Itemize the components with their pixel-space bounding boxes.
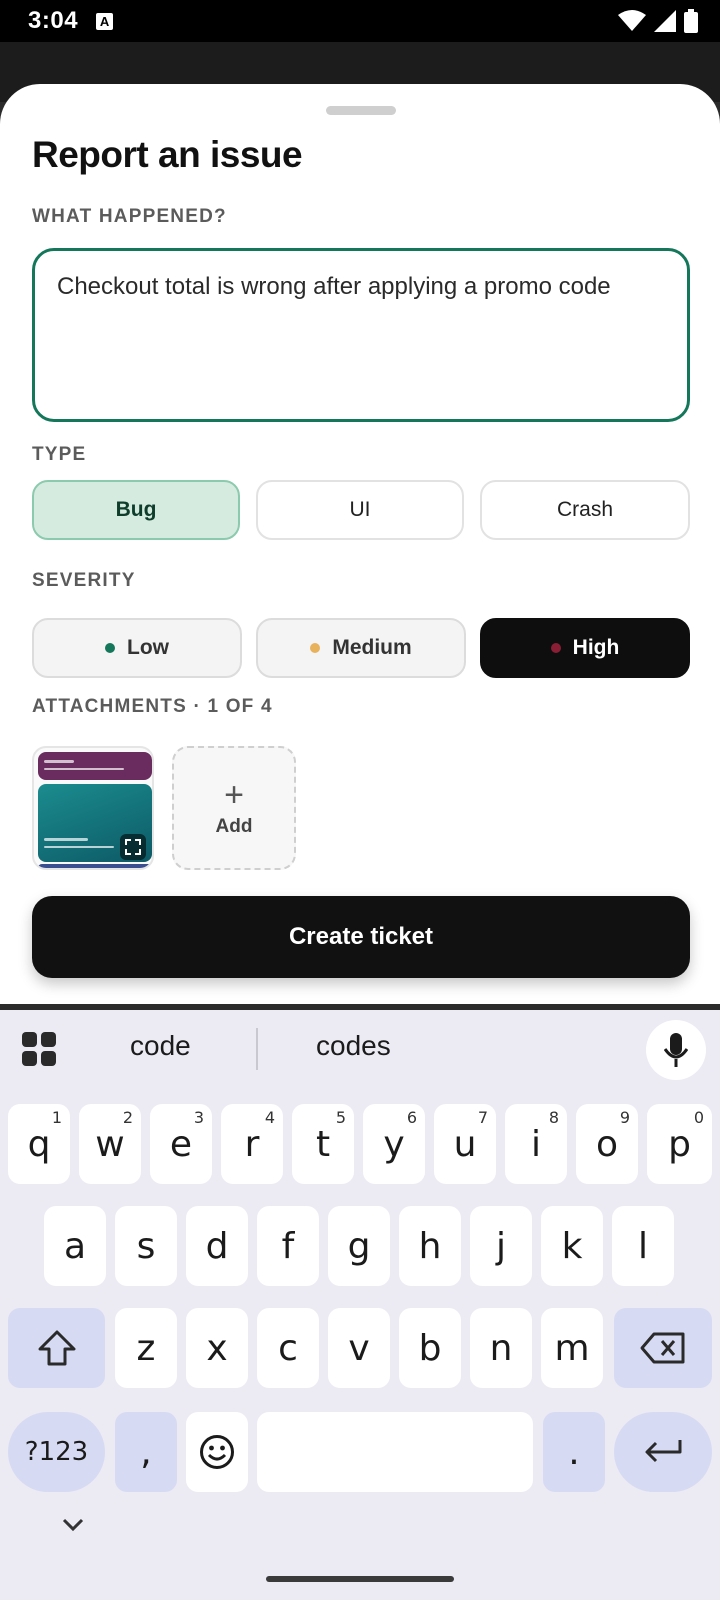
chip-label: Bug [115, 498, 157, 521]
key-i[interactable]: i8 [505, 1104, 567, 1184]
key-b[interactable]: b [399, 1308, 461, 1388]
wifi-icon [618, 10, 646, 31]
notification-icon: A [96, 12, 114, 30]
severity-label: SEVERITY [32, 570, 136, 591]
signal-icon [654, 10, 676, 32]
on-screen-keyboard: code codes q1 w2 e3 r4 t5 y6 u7 i8 o9 p0… [0, 1010, 720, 1600]
period-key[interactable]: . [543, 1412, 605, 1492]
shift-key[interactable] [8, 1308, 105, 1388]
key-w[interactable]: w2 [79, 1104, 141, 1184]
chip-label: Low [127, 636, 169, 659]
backspace-key[interactable] [614, 1308, 712, 1388]
home-indicator[interactable] [266, 1576, 454, 1582]
severity-chip-high[interactable]: High [480, 618, 690, 678]
suggestion-bar: code codes [0, 1010, 720, 1090]
severity-chip-low[interactable]: Low [32, 618, 242, 678]
suggestion-item[interactable]: code [130, 1030, 191, 1062]
emoji-key[interactable] [186, 1412, 248, 1492]
severity-dot-icon [105, 643, 115, 653]
type-chip-crash[interactable]: Crash [480, 480, 690, 540]
key-g[interactable]: g [328, 1206, 390, 1286]
add-attachment-label: Add [215, 816, 253, 837]
attachments-label: ATTACHMENTS · 1 OF 4 [32, 696, 273, 717]
chip-label: Medium [332, 636, 412, 659]
key-v[interactable]: v [328, 1308, 390, 1388]
plus-icon: + [224, 776, 244, 814]
severity-dot-icon [310, 643, 321, 653]
key-f[interactable]: f [257, 1206, 319, 1286]
severity-chip-medium[interactable]: Medium [256, 618, 466, 678]
key-h[interactable]: h [399, 1206, 461, 1286]
chip-label: High [572, 636, 620, 659]
key-k[interactable]: k [541, 1206, 603, 1286]
type-label: TYPE [32, 444, 87, 465]
expand-icon[interactable] [120, 834, 146, 860]
chip-label: Crash [556, 498, 614, 521]
enter-icon [645, 1440, 682, 1463]
description-input[interactable]: Checkout total is wrong after applying a… [32, 248, 690, 422]
suggestion-divider [256, 1028, 258, 1070]
key-o[interactable]: o9 [576, 1104, 638, 1184]
emoji-icon [200, 1435, 234, 1469]
severity-dot-icon [550, 643, 561, 653]
thumbnail-preview-header [38, 752, 152, 780]
key-y[interactable]: y6 [363, 1104, 425, 1184]
drag-handle[interactable] [326, 106, 396, 115]
key-d[interactable]: d [186, 1206, 248, 1286]
type-chip-bug[interactable]: Bug [32, 480, 240, 540]
key-m[interactable]: m [541, 1308, 603, 1388]
key-c[interactable]: c [257, 1308, 319, 1388]
key-z[interactable]: z [115, 1308, 177, 1388]
key-j[interactable]: j [470, 1206, 532, 1286]
key-r[interactable]: r4 [221, 1104, 283, 1184]
what-happened-label: WHAT HAPPENED? [32, 206, 227, 227]
symbols-key[interactable]: ?123 [8, 1412, 105, 1492]
shift-icon [38, 1330, 75, 1366]
space-key[interactable] [257, 1412, 533, 1492]
key-q[interactable]: q1 [8, 1104, 70, 1184]
status-time: 3:04 [28, 7, 79, 34]
status-bar: 3:04 A [0, 0, 720, 42]
key-p[interactable]: p0 [647, 1104, 712, 1184]
report-issue-sheet: Report an issue WHAT HAPPENED? Checkout … [0, 84, 720, 1004]
backspace-icon [640, 1332, 685, 1364]
type-chip-ui[interactable]: UI [256, 480, 464, 540]
key-u[interactable]: u7 [434, 1104, 496, 1184]
hide-keyboard-chevron-icon[interactable] [62, 1518, 84, 1532]
microphone-icon[interactable] [646, 1020, 706, 1080]
create-ticket-button[interactable]: Create ticket [32, 896, 690, 978]
key-a[interactable]: a [44, 1206, 106, 1286]
thumbnail-preview-footer [38, 864, 152, 868]
key-x[interactable]: x [186, 1308, 248, 1388]
keyboard-apps-icon[interactable] [22, 1032, 56, 1066]
attachment-thumbnail[interactable] [32, 746, 154, 870]
battery-icon [684, 9, 698, 33]
add-attachment-button[interactable]: + Add [172, 746, 296, 870]
sheet-title: Report an issue [32, 134, 303, 175]
key-n[interactable]: n [470, 1308, 532, 1388]
chip-label: UI [349, 498, 371, 521]
comma-key[interactable]: , [115, 1412, 177, 1492]
key-s[interactable]: s [115, 1206, 177, 1286]
key-l[interactable]: l [612, 1206, 674, 1286]
key-e[interactable]: e3 [150, 1104, 212, 1184]
key-t[interactable]: t5 [292, 1104, 354, 1184]
suggestion-item[interactable]: codes [316, 1030, 391, 1062]
enter-key[interactable] [614, 1412, 712, 1492]
